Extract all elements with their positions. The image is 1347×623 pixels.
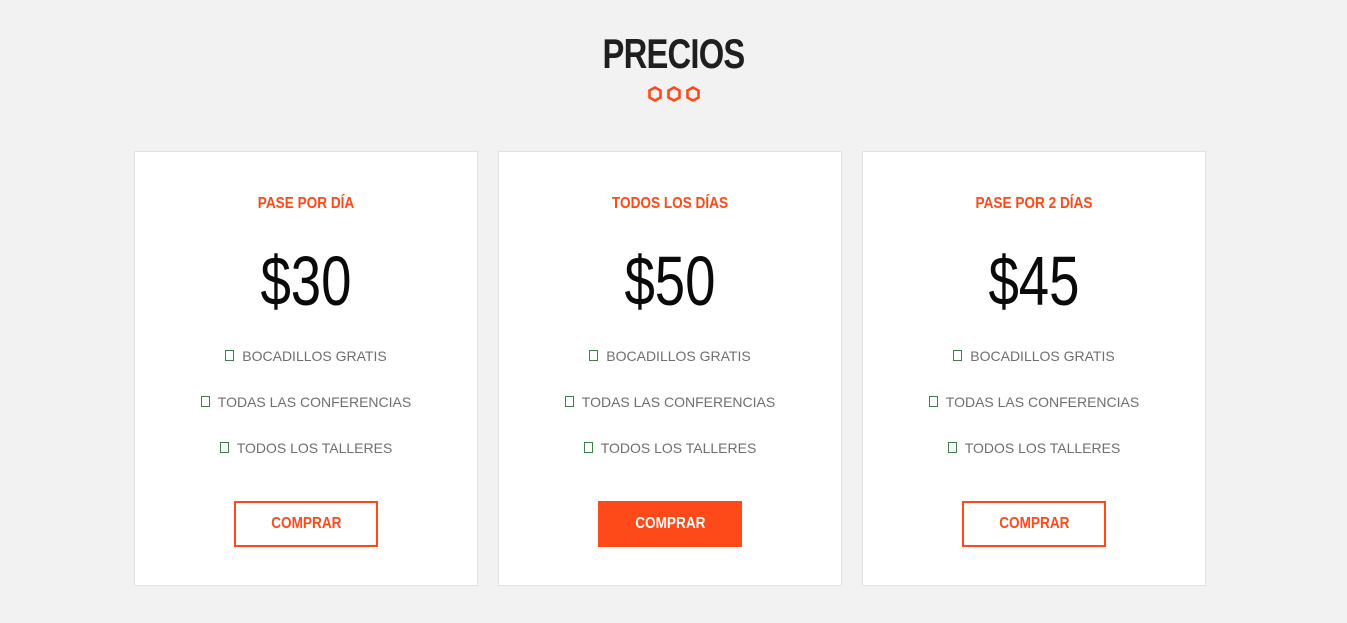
hexagon-icon: [666, 86, 681, 102]
check-icon: [219, 442, 229, 453]
buy-button-label: COMPRAR: [998, 515, 1070, 532]
buy-button-label: COMPRAR: [634, 515, 706, 532]
feature-label: BOCADILLOS GRATIS: [242, 348, 387, 364]
buy-button[interactable]: COMPRAR: [234, 501, 378, 547]
pricing-cards: PASE POR DÍA $30 BOCADILLOS GRATIS TODAS…: [134, 151, 1206, 586]
hexagon-divider: [0, 86, 1347, 102]
plan-name: PASE POR 2 DÍAS: [975, 195, 1093, 212]
feature-item: BOCADILLOS GRATIS: [863, 345, 1205, 391]
feature-item: BOCADILLOS GRATIS: [135, 345, 477, 391]
check-icon: [928, 396, 938, 407]
feature-list: BOCADILLOS GRATIS TODAS LAS CONFERENCIAS…: [863, 345, 1205, 483]
pricing-card-two-day-pass: PASE POR 2 DÍAS $45 BOCADILLOS GRATIS TO…: [862, 151, 1206, 586]
feature-item: BOCADILLOS GRATIS: [499, 345, 841, 391]
plan-price: $50: [624, 242, 716, 320]
check-icon: [200, 396, 210, 407]
check-icon: [589, 350, 599, 361]
hexagon-icon: [647, 86, 662, 102]
check-icon: [947, 442, 957, 453]
check-icon: [225, 350, 235, 361]
feature-item: TODOS LOS TALLERES: [863, 437, 1205, 483]
feature-item: TODOS LOS TALLERES: [499, 437, 841, 483]
feature-label: BOCADILLOS GRATIS: [606, 348, 751, 364]
feature-label: TODOS LOS TALLERES: [236, 440, 393, 456]
pricing-card-all-days: TODOS LOS DÍAS $50 BOCADILLOS GRATIS TOD…: [498, 151, 842, 586]
hexagon-icon: [685, 86, 700, 102]
feature-item: TODAS LAS CONFERENCIAS: [499, 391, 841, 437]
plan-name: PASE POR DÍA: [257, 195, 355, 212]
section-title: PRECIOS: [602, 30, 745, 77]
buy-button[interactable]: COMPRAR: [962, 501, 1106, 547]
pricing-card-day-pass: PASE POR DÍA $30 BOCADILLOS GRATIS TODAS…: [134, 151, 478, 586]
feature-label: TODOS LOS TALLERES: [964, 440, 1121, 456]
feature-item: TODAS LAS CONFERENCIAS: [135, 391, 477, 437]
check-icon: [564, 396, 574, 407]
feature-item: TODOS LOS TALLERES: [135, 437, 477, 483]
feature-list: BOCADILLOS GRATIS TODAS LAS CONFERENCIAS…: [499, 345, 841, 483]
buy-button[interactable]: COMPRAR: [598, 501, 742, 547]
plan-price: $30: [260, 242, 352, 320]
plan-name: TODOS LOS DÍAS: [611, 195, 729, 212]
check-icon: [583, 442, 593, 453]
feature-label: TODAS LAS CONFERENCIAS: [581, 394, 776, 410]
feature-label: TODAS LAS CONFERENCIAS: [945, 394, 1140, 410]
buy-button-label: COMPRAR: [270, 515, 342, 532]
feature-label: TODOS LOS TALLERES: [600, 440, 757, 456]
plan-price: $45: [988, 242, 1080, 320]
feature-item: TODAS LAS CONFERENCIAS: [863, 391, 1205, 437]
feature-label: TODAS LAS CONFERENCIAS: [217, 394, 412, 410]
feature-list: BOCADILLOS GRATIS TODAS LAS CONFERENCIAS…: [135, 345, 477, 483]
check-icon: [953, 350, 963, 361]
feature-label: BOCADILLOS GRATIS: [970, 348, 1115, 364]
